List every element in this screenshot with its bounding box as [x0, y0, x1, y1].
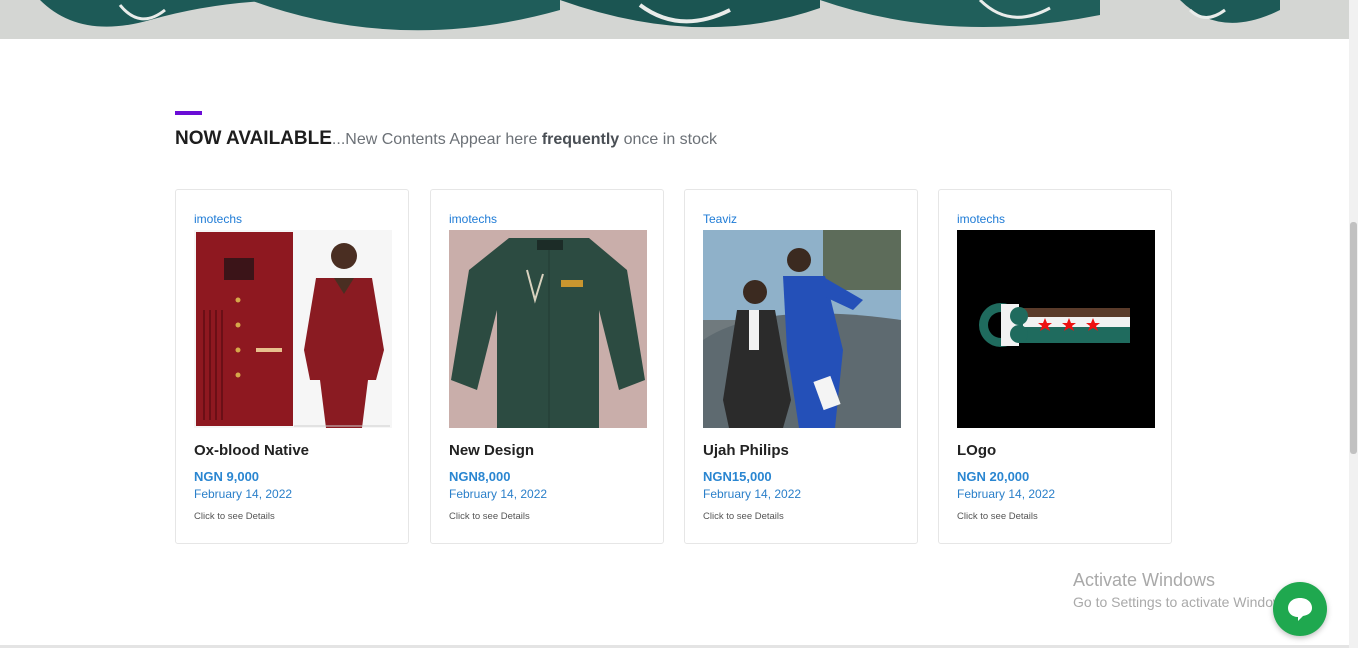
- product-price: NGN 9,000: [194, 469, 260, 484]
- watermark-line-2: Go to Settings to activate Windows.: [1073, 594, 1294, 610]
- product-seller-link[interactable]: imotechs: [957, 212, 1005, 226]
- scrollbar-thumb[interactable]: [1350, 222, 1357, 454]
- section-title: NOW AVAILABLE: [175, 128, 332, 149]
- section-subtitle-suffix: once in stock: [619, 131, 717, 148]
- product-card[interactable]: Teaviz Ujah Philips NGN15,000 February 1…: [684, 189, 918, 544]
- product-image-ox-blood[interactable]: [194, 230, 392, 428]
- product-date: February 14, 2022: [703, 487, 802, 501]
- product-title[interactable]: LOgo: [957, 442, 996, 459]
- product-card[interactable]: imotechs New Design NGN8,000 February 14…: [430, 189, 664, 544]
- product-image-logo[interactable]: [957, 230, 1155, 428]
- product-date: February 14, 2022: [194, 487, 293, 501]
- product-price: NGN15,000: [703, 469, 772, 484]
- product-details-link[interactable]: Click to see Details: [449, 511, 530, 522]
- product-price: NGN 20,000: [957, 469, 1030, 484]
- section-subtitle-prefix: ...New Contents Appear here: [331, 131, 542, 148]
- product-details-link[interactable]: Click to see Details: [957, 511, 1038, 522]
- product-seller-link[interactable]: Teaviz: [703, 212, 737, 226]
- product-image-green-shirt[interactable]: [449, 230, 647, 428]
- section-subtitle-bold: frequently: [541, 131, 620, 148]
- product-date: February 14, 2022: [449, 487, 548, 501]
- product-title[interactable]: Ox-blood Native: [194, 442, 309, 459]
- product-card[interactable]: imotechs Ox-blood Native NGN 9,000 Febru…: [175, 189, 409, 544]
- product-title[interactable]: New Design: [449, 442, 534, 459]
- product-card[interactable]: imotechs LOgo NGN 20,000 February 14, 20…: [938, 189, 1172, 544]
- product-details-link[interactable]: Click to see Details: [194, 511, 275, 522]
- chat-button[interactable]: [1273, 582, 1327, 636]
- windows-activation-watermark: Activate Windows Go to Settings to activ…: [1073, 570, 1294, 610]
- section-heading: NOW AVAILABLE...New Contents Appear here…: [175, 128, 717, 150]
- product-date: February 14, 2022: [957, 487, 1056, 501]
- vertical-scrollbar[interactable]: [1349, 0, 1358, 648]
- watermark-line-1: Activate Windows: [1073, 570, 1216, 590]
- section-accent-bar: [175, 111, 202, 115]
- product-seller-link[interactable]: imotechs: [449, 212, 497, 226]
- chat-bubble-icon: [1288, 598, 1312, 621]
- product-price: NGN8,000: [449, 469, 511, 484]
- product-title[interactable]: Ujah Philips: [703, 442, 789, 459]
- hero-banner-strip: [0, 0, 1349, 39]
- product-image-ujah-philips[interactable]: [703, 230, 901, 428]
- product-seller-link[interactable]: imotechs: [194, 212, 242, 226]
- product-details-link[interactable]: Click to see Details: [703, 511, 784, 522]
